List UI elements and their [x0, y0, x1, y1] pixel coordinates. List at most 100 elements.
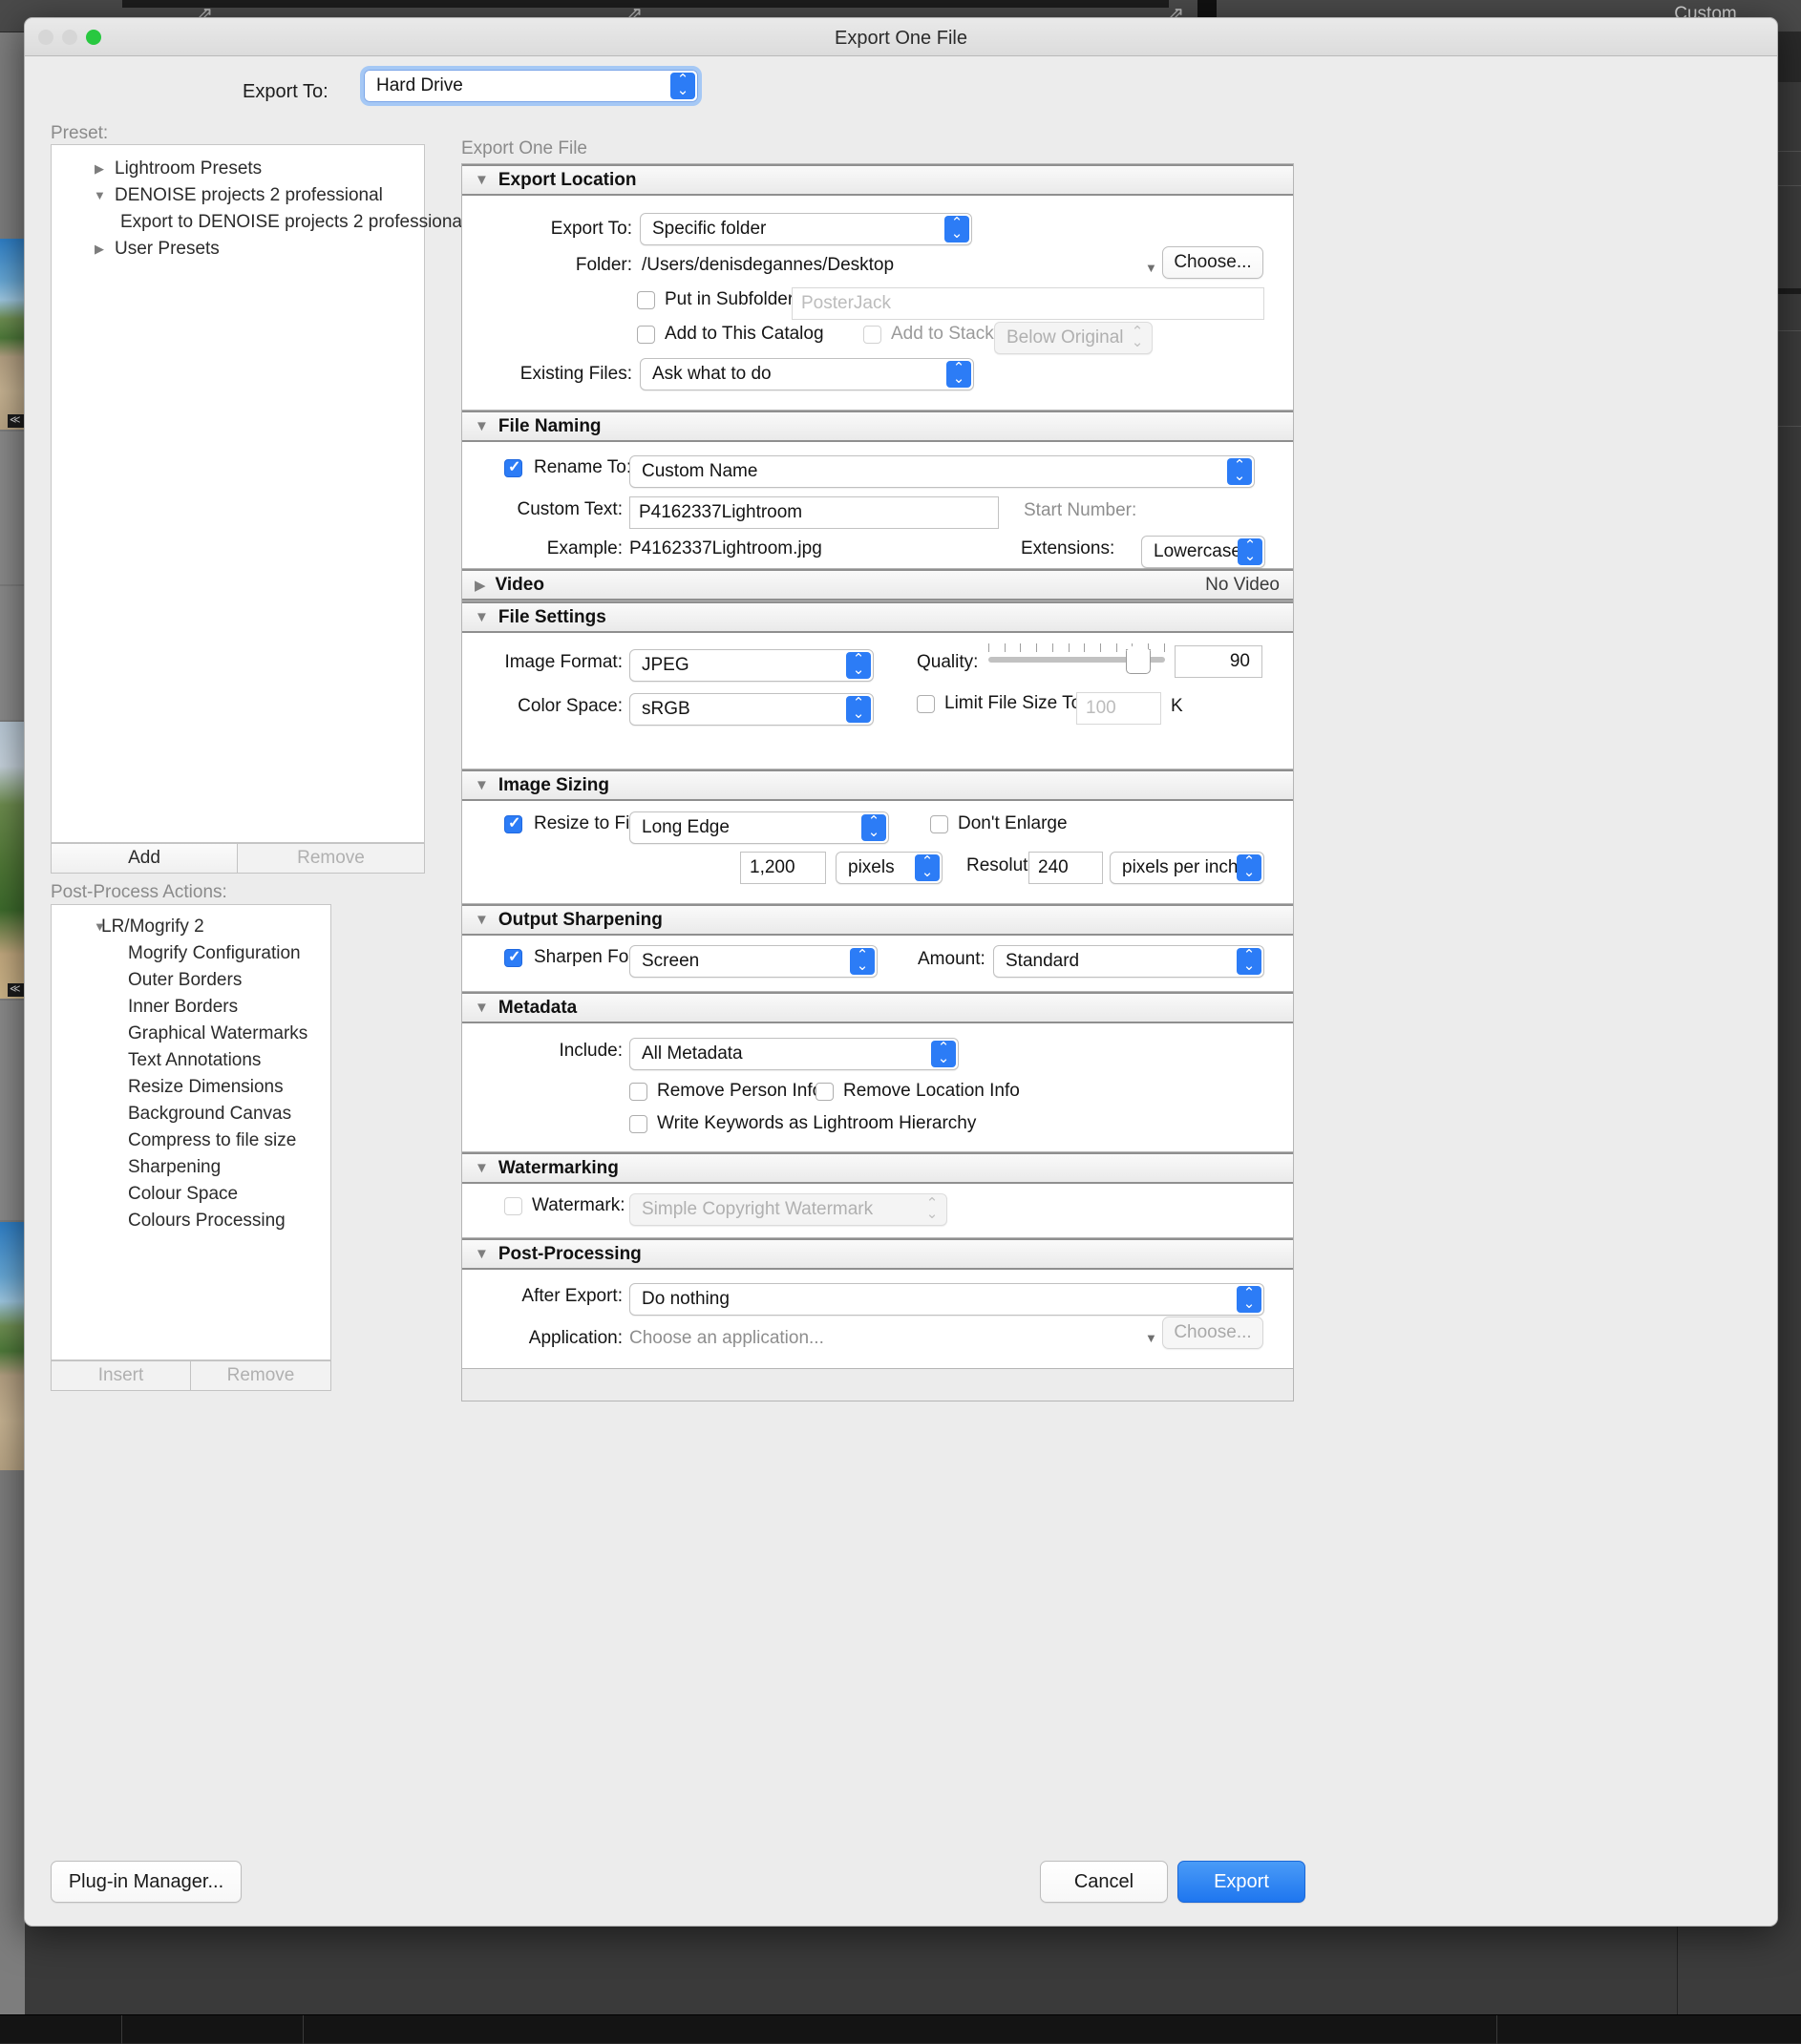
resize-size-input[interactable]: 1,200: [740, 852, 826, 884]
disclosure-collapsed-icon[interactable]: ▶: [475, 577, 486, 594]
resize-to-fit-select[interactable]: Long Edge ⌃⌄: [629, 811, 889, 844]
section-body-watermarking: Watermark: Simple Copyright Watermark ⌃⌄: [462, 1184, 1293, 1237]
plugin-manager-button[interactable]: Plug-in Manager...: [51, 1861, 242, 1903]
quality-slider[interactable]: [988, 643, 1165, 676]
disclosure-expanded-icon[interactable]: ▼: [94, 914, 106, 940]
dont-enlarge-checkbox[interactable]: [930, 815, 948, 833]
quality-value-input[interactable]: 90: [1175, 645, 1262, 678]
action-tree-item[interactable]: Mogrify Configuration: [52, 940, 330, 967]
section-header-image-sizing[interactable]: ▼ Image Sizing: [462, 769, 1293, 801]
add-to-catalog-checkbox[interactable]: [637, 326, 655, 344]
preset-tree-item[interactable]: ▶ User Presets: [52, 236, 424, 263]
sharpen-for-checkbox[interactable]: [504, 949, 522, 967]
put-in-subfolder-checkbox[interactable]: [637, 291, 655, 309]
action-tree-item[interactable]: Text Annotations: [52, 1047, 330, 1074]
action-tree-item[interactable]: Inner Borders: [52, 994, 330, 1021]
export-to-folder-select[interactable]: Specific folder ⌃⌄: [640, 213, 972, 245]
put-in-subfolder-row: Put in Subfolder:: [637, 289, 798, 310]
action-tree-item[interactable]: Outer Borders: [52, 967, 330, 994]
choose-folder-button[interactable]: Choose...: [1162, 246, 1263, 279]
action-tree-item[interactable]: Graphical Watermarks: [52, 1021, 330, 1047]
action-item-label: Sharpening: [128, 1157, 221, 1177]
preset-tree-item[interactable]: Export to DENOISE projects 2 professiona…: [52, 209, 424, 236]
panel-footer-spacer: [462, 1368, 1293, 1401]
resolution-input[interactable]: 240: [1028, 852, 1103, 884]
custom-text-input[interactable]: P4162337Lightroom: [629, 496, 999, 529]
metadata-include-select[interactable]: All Metadata ⌃⌄: [629, 1038, 959, 1070]
disclosure-expanded-icon[interactable]: ▼: [475, 1160, 489, 1176]
disclosure-expanded-icon[interactable]: ▼: [475, 1246, 489, 1262]
filmstrip-thumbnail[interactable]: [0, 722, 25, 999]
resize-unit-select[interactable]: pixels ⌃⌄: [836, 852, 943, 884]
chevron-updown-icon: ⌃⌄: [1125, 325, 1150, 351]
section-header-watermarking[interactable]: ▼ Watermarking: [462, 1152, 1293, 1184]
section-header-export-location[interactable]: ▼ Export Location: [462, 164, 1293, 196]
disclosure-expanded-icon[interactable]: ▼: [94, 182, 106, 209]
add-preset-button[interactable]: Add: [51, 843, 238, 874]
remove-person-info-checkbox[interactable]: [629, 1083, 647, 1101]
sharpen-amount-select[interactable]: Standard ⌃⌄: [993, 945, 1264, 978]
filmstrip-thumbnail[interactable]: [0, 1001, 25, 1220]
disclosure-expanded-icon[interactable]: ▼: [475, 609, 489, 625]
disclosure-expanded-icon[interactable]: ▼: [475, 418, 489, 434]
rename-to-checkbox[interactable]: [504, 459, 522, 477]
filmstrip-thumbnail[interactable]: [0, 239, 25, 430]
export-to-destination-value: Hard Drive: [365, 75, 463, 96]
preset-list[interactable]: ▶ Lightroom Presets ▼ DENOISE projects 2…: [51, 144, 425, 843]
section-header-output-sharpening[interactable]: ▼ Output Sharpening: [462, 904, 1293, 936]
resolution-unit-select[interactable]: pixels per inch ⌃⌄: [1110, 852, 1264, 884]
export-to-folder-value: Specific folder: [641, 219, 766, 240]
extensions-case-value: Lowercase: [1142, 541, 1241, 562]
write-keywords-checkbox[interactable]: [629, 1115, 647, 1133]
export-to-destination-select[interactable]: Hard Drive ⌃⌄: [364, 70, 698, 110]
disclosure-expanded-icon[interactable]: ▼: [475, 912, 489, 928]
action-tree-item[interactable]: Background Canvas: [52, 1101, 330, 1127]
folder-history-dropdown-icon[interactable]: ▼: [1145, 261, 1157, 275]
dont-enlarge-row: Don't Enlarge: [930, 813, 1068, 834]
color-space-select[interactable]: sRGB ⌃⌄: [629, 693, 874, 726]
preset-tree-item[interactable]: ▼ DENOISE projects 2 professional: [52, 182, 424, 209]
action-tree-item[interactable]: Colours Processing: [52, 1208, 330, 1234]
action-tree-item[interactable]: Compress to file size: [52, 1127, 330, 1154]
disclosure-expanded-icon[interactable]: ▼: [475, 777, 489, 793]
action-tree-item[interactable]: Sharpening: [52, 1154, 330, 1181]
image-format-value: JPEG: [630, 655, 689, 676]
disclosure-collapsed-icon[interactable]: ▶: [95, 236, 104, 263]
resize-to-fit-checkbox[interactable]: [504, 815, 522, 833]
application-history-dropdown-icon[interactable]: ▼: [1145, 1331, 1157, 1345]
section-header-metadata[interactable]: ▼ Metadata: [462, 992, 1293, 1023]
limit-file-size-input[interactable]: 100: [1076, 692, 1161, 725]
disclosure-collapsed-icon[interactable]: ▶: [95, 156, 104, 182]
existing-files-select[interactable]: Ask what to do ⌃⌄: [640, 358, 974, 390]
action-tree-item[interactable]: Resize Dimensions: [52, 1074, 330, 1101]
section-header-video[interactable]: ▶ Video No Video: [462, 569, 1293, 601]
cancel-button[interactable]: Cancel: [1040, 1861, 1168, 1903]
filmstrip-thumbnail[interactable]: [0, 1222, 25, 1470]
sharpen-for-select[interactable]: Screen ⌃⌄: [629, 945, 878, 978]
section-header-post-processing[interactable]: ▼ Post-Processing: [462, 1238, 1293, 1270]
extensions-case-select[interactable]: Lowercase ⌃⌄: [1141, 536, 1265, 568]
image-format-select[interactable]: JPEG ⌃⌄: [629, 649, 874, 682]
watermark-preset-value: Simple Copyright Watermark: [630, 1199, 873, 1220]
action-tree-item[interactable]: Colour Space: [52, 1181, 330, 1208]
watermark-checkbox[interactable]: [504, 1197, 522, 1215]
rename-template-select[interactable]: Custom Name ⌃⌄: [629, 455, 1255, 488]
filmstrip-thumbnail[interactable]: [0, 432, 25, 584]
subfolder-name-input[interactable]: PosterJack: [792, 287, 1264, 320]
section-header-file-settings[interactable]: ▼ File Settings: [462, 601, 1293, 633]
section-header-file-naming[interactable]: ▼ File Naming: [462, 411, 1293, 442]
preset-tree-item[interactable]: ▶ Lightroom Presets: [52, 156, 424, 182]
export-button[interactable]: Export: [1177, 1861, 1305, 1903]
remove-location-info-row: Remove Location Info: [816, 1081, 1020, 1102]
after-export-select[interactable]: Do nothing ⌃⌄: [629, 1283, 1264, 1316]
disclosure-expanded-icon[interactable]: ▼: [475, 1000, 489, 1016]
limit-file-size-checkbox[interactable]: [917, 695, 935, 713]
action-tree-item[interactable]: ▼ LR/Mogrify 2: [52, 914, 330, 940]
quality-slider-thumb[interactable]: [1126, 649, 1151, 674]
filmstrip-thumbnail[interactable]: [0, 586, 25, 720]
add-to-stack-label: Add to Stack:: [891, 324, 999, 345]
remove-location-info-checkbox[interactable]: [816, 1083, 834, 1101]
section-title: Output Sharpening: [498, 910, 663, 931]
disclosure-expanded-icon[interactable]: ▼: [475, 172, 489, 188]
post-process-actions-list[interactable]: ▼ LR/Mogrify 2 Mogrify Configuration Out…: [51, 904, 331, 1360]
